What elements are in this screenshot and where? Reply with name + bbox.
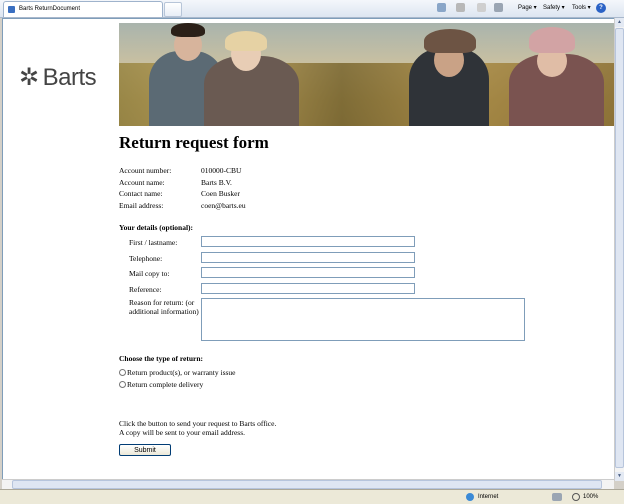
details-heading: Your details (optional): [119, 223, 194, 232]
name-input[interactable] [201, 236, 415, 247]
page-viewport: ✲ Barts Return request form Account numbe… [2, 18, 615, 481]
print-icon[interactable] [494, 1, 505, 16]
page-favicon-icon [8, 6, 15, 13]
account-number-row: Account number: 010000-CBU [119, 166, 599, 178]
reason-label: Reason for return: (or additional inform… [129, 298, 199, 316]
asterisk-logo-icon: ✲ [19, 64, 39, 91]
email-row: Email address: coen@barts.eu [119, 201, 599, 213]
reason-textarea[interactable] [201, 298, 525, 341]
zoom-level[interactable]: 100% [583, 490, 598, 504]
contact-name-row: Contact name: Coen Busker [119, 189, 599, 201]
telephone-label: Telephone: [129, 253, 163, 263]
account-name-row: Account name: Barts B.V. [119, 178, 599, 190]
return-option-delivery[interactable]: Return complete delivery [119, 379, 599, 391]
home-icon[interactable] [437, 1, 448, 16]
email-value: coen@barts.eu [201, 200, 246, 210]
submit-button[interactable]: Submit [119, 444, 171, 456]
tab-title: Barts ReturnDocument [19, 6, 81, 12]
reference-input[interactable] [201, 282, 415, 294]
submit-note: Click the button to send your request to… [119, 419, 599, 437]
return-products-label: Return product(s), or warranty issue [127, 367, 236, 377]
banner-model-1-hair [171, 23, 205, 37]
mail-icon[interactable] [477, 1, 488, 16]
reference-label: Reference: [129, 284, 162, 294]
banner-model-3-hat [424, 29, 476, 53]
mailcopy-row: Mail copy to: [119, 267, 599, 283]
feeds-icon[interactable] [456, 1, 467, 16]
account-number-value: 010000-CBU [201, 166, 242, 175]
horizontal-scrollbar[interactable] [2, 479, 614, 489]
brand-name: Barts [42, 64, 97, 91]
return-form: Return request form Account number: 01000… [119, 133, 599, 456]
zoom-icon[interactable] [572, 493, 580, 501]
return-type-heading: Choose the type of return: [119, 354, 204, 363]
submit-note-line-2: A copy will be sent to your email addres… [119, 428, 246, 437]
status-bar: Internet 100% [0, 489, 624, 504]
horizontal-scroll-thumb[interactable] [12, 480, 602, 489]
return-delivery-radio[interactable] [119, 380, 126, 388]
scroll-up-icon[interactable]: ▲ [615, 18, 624, 27]
telephone-row: Telephone: [119, 251, 599, 268]
return-option-products[interactable]: Return product(s), or warranty issue [119, 367, 599, 379]
return-products-radio[interactable] [119, 368, 126, 376]
new-tab-button[interactable] [164, 2, 182, 17]
scroll-down-icon[interactable]: ▼ [615, 472, 624, 481]
reason-row: Reason for return: (or additional inform… [119, 298, 599, 346]
hero-banner-image [119, 23, 614, 126]
contact-name-label: Contact name: [119, 189, 163, 198]
account-number-label: Account number: [119, 166, 172, 175]
vertical-scroll-thumb[interactable] [615, 28, 624, 468]
return-delivery-label: Return complete delivery [127, 379, 204, 389]
contact-name-value: Coen Busker [201, 189, 240, 198]
internet-zone-icon [466, 493, 474, 501]
banner-model-4-beanie [529, 27, 575, 53]
telephone-input[interactable] [201, 251, 415, 263]
banner-model-2-hair [225, 31, 267, 51]
vertical-scrollbar[interactable]: ▲ ▼ [614, 18, 624, 481]
mailcopy-input[interactable] [201, 267, 415, 278]
browser-tab[interactable]: Barts ReturnDocument [3, 1, 163, 17]
submit-note-line-1: Click the button to send your request to… [119, 419, 277, 428]
barts-logo: ✲ Barts [19, 63, 97, 92]
reference-row: Reference: [119, 282, 599, 299]
tools-menu[interactable]: Tools ▾ [572, 1, 591, 16]
zone-label: Internet [478, 494, 499, 500]
account-name-label: Account name: [119, 177, 165, 187]
page-title: Return request form [119, 133, 269, 152]
mailcopy-label: Mail copy to: [129, 269, 170, 278]
email-label: Email address: [119, 200, 164, 210]
account-name-value: Barts B.V. [201, 177, 232, 187]
help-icon[interactable]: ? [596, 3, 606, 13]
safety-menu[interactable]: Safety ▾ [543, 1, 565, 16]
browser-toolbar: Barts ReturnDocument Page ▾ Safety ▾ Too… [0, 0, 624, 18]
name-row: First / lastname: [119, 236, 599, 252]
name-label: First / lastname: [129, 238, 178, 247]
page-menu[interactable]: Page ▾ [518, 1, 537, 16]
protected-mode-icon[interactable] [552, 493, 562, 501]
